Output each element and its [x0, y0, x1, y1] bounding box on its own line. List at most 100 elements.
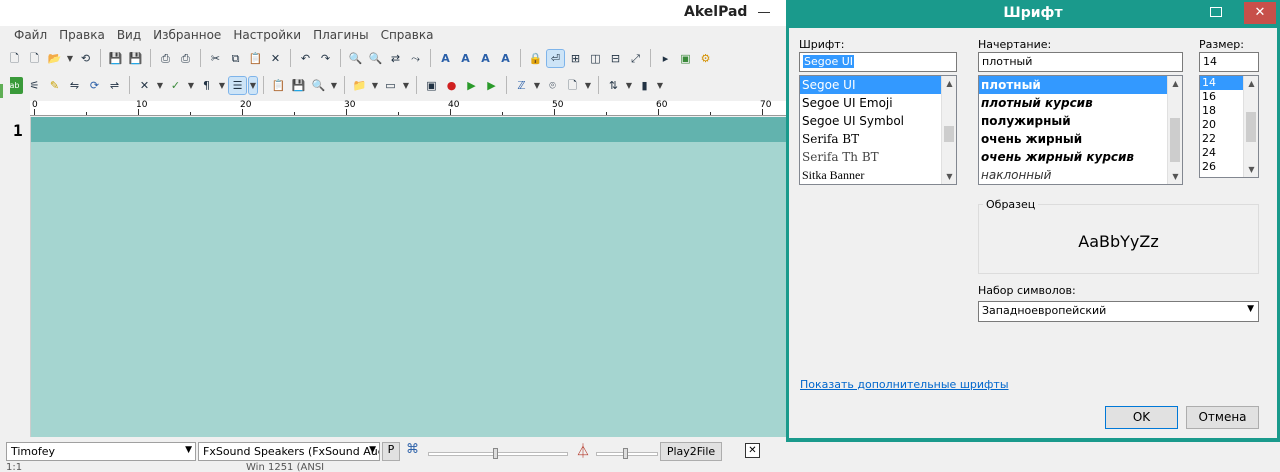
- chevron-down-icon[interactable]: ▼: [248, 75, 258, 95]
- font-list-item[interactable]: Sitka Banner: [800, 166, 956, 184]
- rate-slider[interactable]: [428, 448, 568, 459]
- style-list-scrollbar[interactable]: ▲ ▼: [1167, 76, 1182, 184]
- zoom-icon[interactable]: 🔍: [310, 77, 327, 94]
- split-horizontal-icon[interactable]: ⊟: [607, 50, 624, 67]
- paste-icon[interactable]: 📋: [247, 50, 264, 67]
- run-icon[interactable]: ▸: [657, 50, 674, 67]
- sync-icon[interactable]: ⟳: [86, 77, 103, 94]
- font-list-scrollbar[interactable]: ▲ ▼: [941, 76, 956, 184]
- highlight-icon[interactable]: ✎: [46, 77, 63, 94]
- find-next-icon[interactable]: 🔍: [367, 50, 384, 67]
- sort-icon[interactable]: ⇅: [605, 77, 622, 94]
- column-icon[interactable]: ▮: [636, 77, 653, 94]
- document-icon[interactable]: 🗋: [564, 77, 581, 94]
- scroll-thumb[interactable]: [1170, 118, 1180, 162]
- menu-favorites[interactable]: Избранное: [147, 26, 227, 46]
- size-input[interactable]: 14: [1199, 52, 1259, 72]
- scroll-thumb[interactable]: [1246, 112, 1256, 142]
- settings-gear-icon[interactable]: ⚙: [697, 50, 714, 67]
- cancel-button[interactable]: Отмена: [1186, 406, 1259, 429]
- list-view-icon[interactable]: ☰: [228, 75, 247, 95]
- compare-icon[interactable]: ⇌: [106, 77, 123, 94]
- hex-icon[interactable]: ⌾: [544, 77, 561, 94]
- bg-color-icon[interactable]: A: [477, 50, 494, 67]
- delete-icon[interactable]: ✕: [267, 50, 284, 67]
- font-list[interactable]: Segoe UI Segoe UI Emoji Segoe UI Symbol …: [799, 75, 957, 185]
- goto-icon[interactable]: ⤳: [407, 50, 424, 67]
- size-list[interactable]: 14 16 18 20 22 24 26 ▲ ▼: [1199, 75, 1259, 178]
- undo-icon[interactable]: ↶: [297, 50, 314, 67]
- voice-select[interactable]: Timofey ▼: [6, 442, 196, 461]
- folder-icon[interactable]: 📁: [351, 77, 368, 94]
- chevron-up-icon[interactable]: ▲: [1244, 76, 1258, 91]
- restore-icon[interactable]: [1210, 7, 1222, 17]
- cut-icon[interactable]: ✂: [207, 50, 224, 67]
- scroll-thumb[interactable]: [944, 126, 954, 142]
- menu-help[interactable]: Справка: [375, 26, 440, 46]
- word-wrap-icon[interactable]: ⏎: [546, 48, 565, 68]
- style-list-item[interactable]: очень жирный: [979, 130, 1182, 148]
- style-input[interactable]: плотный: [978, 52, 1183, 72]
- bold-icon[interactable]: A: [497, 50, 514, 67]
- device-select[interactable]: FxSound Speakers (FxSound Audio ▼: [198, 442, 380, 461]
- macro-stop-icon[interactable]: ▣: [423, 77, 440, 94]
- charset-select[interactable]: Западноевропейский ▼: [978, 301, 1259, 322]
- volume-slider[interactable]: [596, 448, 658, 459]
- close-icon[interactable]: ✕: [1244, 2, 1276, 24]
- find-icon[interactable]: 🔍: [347, 50, 364, 67]
- chevron-down-icon[interactable]: ▼: [66, 50, 74, 67]
- redo-icon[interactable]: ↷: [317, 50, 334, 67]
- menu-settings[interactable]: Настройки: [227, 26, 307, 46]
- style-list[interactable]: плотный плотный курсив полужирный очень …: [978, 75, 1183, 185]
- save-icon[interactable]: 💾: [107, 50, 124, 67]
- split-window-icon[interactable]: ⊞: [567, 50, 584, 67]
- clipboard-icon[interactable]: 📋: [270, 77, 287, 94]
- editor-area[interactable]: [31, 117, 786, 437]
- pilcrow-icon[interactable]: ¶: [198, 77, 215, 94]
- macro-play-icon[interactable]: ▶: [463, 77, 480, 94]
- mark-icon[interactable]: ⇋: [66, 77, 83, 94]
- chevron-down-icon[interactable]: ▼: [1168, 169, 1182, 184]
- split-vertical-icon[interactable]: ◫: [587, 50, 604, 67]
- minimize-icon[interactable]: [758, 12, 770, 13]
- chevron-down-icon[interactable]: ▼: [371, 77, 379, 94]
- chevron-down-icon[interactable]: ▼: [625, 77, 633, 94]
- save-all-icon[interactable]: 💾: [127, 50, 144, 67]
- font-color-icon[interactable]: A: [457, 50, 474, 67]
- chevron-down-icon[interactable]: ▼: [402, 77, 410, 94]
- print-preview-icon[interactable]: ⎙: [177, 50, 194, 67]
- chevron-up-icon[interactable]: ▲: [942, 76, 956, 91]
- open-icon[interactable]: 📂: [46, 50, 63, 67]
- script-icon[interactable]: ℤ: [513, 77, 530, 94]
- menu-edit[interactable]: Правка: [53, 26, 111, 46]
- copy-icon[interactable]: ⧉: [227, 50, 244, 67]
- chevron-down-icon[interactable]: ▼: [218, 77, 226, 94]
- chevron-down-icon[interactable]: ▼: [656, 77, 664, 94]
- ok-button[interactable]: OK: [1105, 406, 1178, 429]
- coder-icon[interactable]: ⚟: [26, 77, 43, 94]
- menu-view[interactable]: Вид: [111, 26, 147, 46]
- plugin-icon[interactable]: ▣: [677, 50, 694, 67]
- style-list-item[interactable]: полужирный: [979, 112, 1182, 130]
- on-top-icon[interactable]: ⤢: [627, 50, 644, 67]
- chevron-down-icon[interactable]: ▼: [187, 77, 195, 94]
- chevron-down-icon[interactable]: ▼: [1244, 162, 1258, 177]
- menu-plugins[interactable]: Плагины: [307, 26, 374, 46]
- print-icon[interactable]: ⎙: [157, 50, 174, 67]
- macro-play-repeat-icon[interactable]: ▶: [483, 77, 500, 94]
- font-list-item[interactable]: Segoe UI Emoji: [800, 94, 956, 112]
- readonly-icon[interactable]: 🔒: [527, 50, 544, 67]
- speech-icon[interactable]: ⌘: [406, 442, 419, 457]
- play2file-button[interactable]: Play2File: [660, 442, 722, 461]
- chevron-down-icon[interactable]: ▼: [942, 169, 956, 184]
- replace-icon[interactable]: ⇄: [387, 50, 404, 67]
- reopen-icon[interactable]: ⟲: [77, 50, 94, 67]
- chevron-down-icon[interactable]: ▼: [156, 77, 164, 94]
- close-tag-icon[interactable]: ✕: [136, 77, 153, 94]
- more-fonts-link[interactable]: Показать дополнительные шрифты: [800, 378, 1009, 391]
- chevron-down-icon[interactable]: ▼: [533, 77, 541, 94]
- size-list-scrollbar[interactable]: ▲ ▼: [1243, 76, 1258, 177]
- font-list-item[interactable]: Serifa BT: [800, 130, 956, 148]
- chevron-down-icon[interactable]: ▼: [584, 77, 592, 94]
- font-icon[interactable]: A: [437, 50, 454, 67]
